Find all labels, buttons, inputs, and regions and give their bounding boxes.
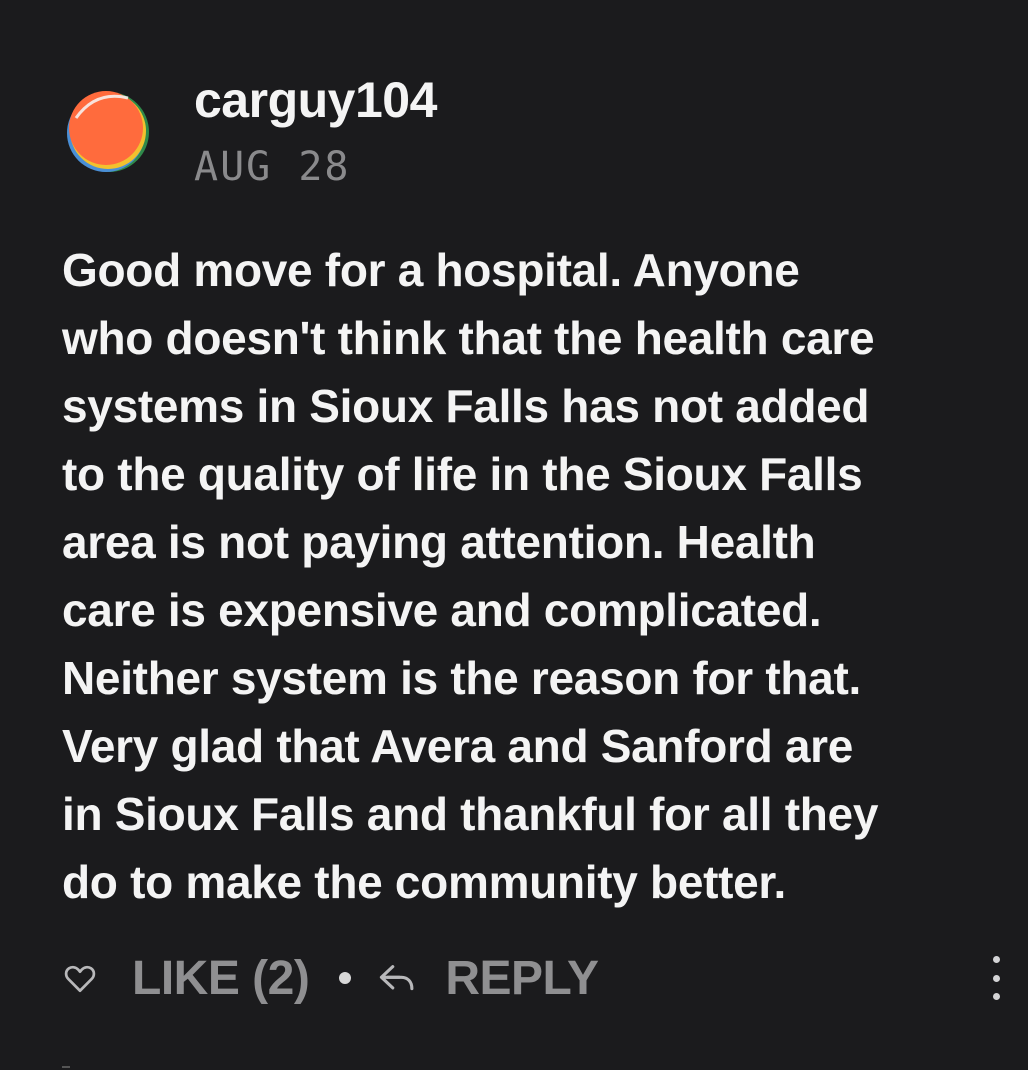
- comment-card: carguy104 AUG 28 Good move for a hospita…: [0, 0, 1028, 1070]
- ellipsis-dot: [992, 993, 1000, 1000]
- separator-dot: [339, 972, 352, 984]
- ellipsis-dot: [992, 974, 1000, 982]
- reply-arrow-icon[interactable]: [377, 961, 417, 995]
- comment-actions: LIKE (2) REPLY: [62, 946, 599, 1010]
- ellipsis-dot: [992, 956, 1000, 963]
- like-button[interactable]: LIKE (2): [132, 951, 310, 1006]
- comment-body: Good move for a hospital. Anyone who doe…: [62, 244, 879, 908]
- comment-author[interactable]: carguy104: [194, 70, 437, 130]
- orange-circle-avatar-icon: [67, 91, 149, 172]
- divider: [62, 1066, 70, 1068]
- vertical-ellipsis-icon[interactable]: [988, 956, 1004, 1000]
- heart-icon[interactable]: [62, 960, 98, 996]
- reply-button[interactable]: REPLY: [445, 951, 599, 1006]
- user-avatar[interactable]: [66, 88, 150, 172]
- comment-date: AUG 28: [194, 144, 351, 190]
